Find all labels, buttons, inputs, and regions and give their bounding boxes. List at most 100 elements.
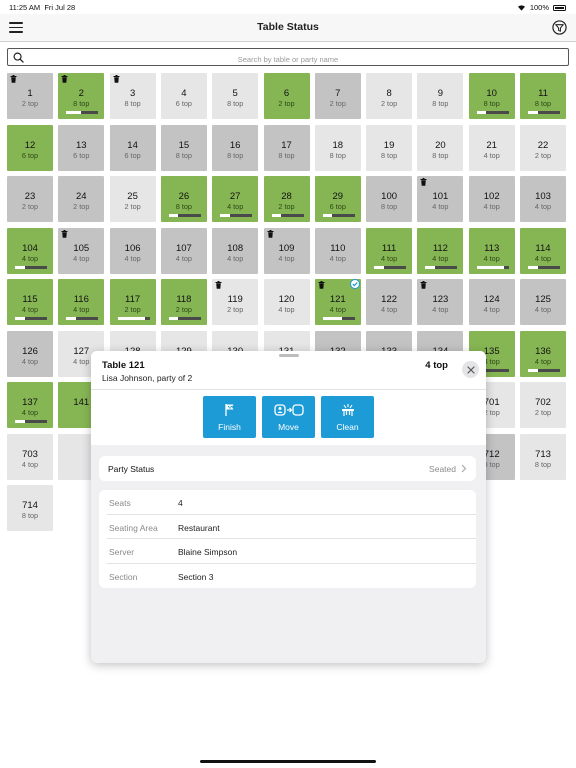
table-tile[interactable]: 14 6 top xyxy=(109,124,156,171)
action-buttons: Finish Move Clean xyxy=(203,396,374,438)
table-tile[interactable]: 125 4 top xyxy=(520,279,566,325)
table-tile[interactable]: 10 8 top xyxy=(468,73,515,119)
table-tile[interactable]: 28 2 top xyxy=(263,176,310,222)
table-tile[interactable]: 110 4 top xyxy=(314,227,361,274)
table-tile[interactable]: 13 6 top xyxy=(58,124,105,171)
sheet-subtitle: Lisa Johnson, party of 2 xyxy=(102,373,193,383)
table-tile[interactable]: 98 top xyxy=(417,73,464,119)
filter-icon[interactable] xyxy=(552,20,567,35)
table-number: 136 xyxy=(535,345,551,357)
table-tile[interactable]: 106 4 top xyxy=(109,227,156,274)
table-tile[interactable]: 126 4 top xyxy=(7,330,53,377)
table-tile[interactable]: 22 2 top xyxy=(520,124,566,171)
table-tile[interactable]: 18 8 top xyxy=(314,124,361,171)
table-tile[interactable]: 25 2 top xyxy=(109,176,156,222)
search-input[interactable] xyxy=(8,51,568,68)
finish-button[interactable]: Finish xyxy=(203,396,256,438)
table-tile[interactable]: 703 4 top xyxy=(7,433,53,480)
table-number: 714 xyxy=(22,500,38,511)
table-tile[interactable]: 112 4 top xyxy=(417,227,464,274)
clean-table-icon xyxy=(341,404,354,416)
table-tile[interactable]: 21 4 top xyxy=(468,124,515,171)
party-status-row[interactable]: Party Status Seated xyxy=(99,456,476,481)
table-tile[interactable]: 104 4 top xyxy=(7,227,53,274)
table-tile[interactable]: 100 8 top xyxy=(366,176,413,222)
detail-key: Seating Area xyxy=(109,522,158,533)
close-button[interactable] xyxy=(462,361,479,378)
table-tile[interactable]: 119 2 top xyxy=(212,279,259,325)
table-tile[interactable]: 29 6 top xyxy=(314,176,361,222)
table-tile[interactable]: 120 4 top xyxy=(263,279,310,325)
table-tile[interactable]: 714 8 top xyxy=(7,485,53,531)
table-tile[interactable]: 136 4 top xyxy=(520,330,566,377)
table-tile[interactable]: 117 2 top xyxy=(109,279,156,325)
trash-icon[interactable] xyxy=(61,229,68,238)
table-number: 14 xyxy=(127,139,138,151)
table-tile[interactable]: 105 4 top xyxy=(58,227,105,274)
table-number: 17 xyxy=(281,139,292,151)
table-tile[interactable]: 26 8 top xyxy=(160,176,207,222)
trash-icon[interactable] xyxy=(420,281,427,289)
table-number: 15 xyxy=(178,139,190,151)
table-tile[interactable]: 109 4 top xyxy=(263,227,310,274)
table-tile[interactable]: 114 4 top xyxy=(520,227,566,274)
table-progress-bar xyxy=(271,214,304,217)
table-tile[interactable]: 62 top xyxy=(263,73,310,119)
trash-icon[interactable] xyxy=(113,75,120,83)
table-capacity: 4 top xyxy=(21,305,39,314)
table-capacity: 8 top xyxy=(432,150,449,160)
table-tile[interactable]: 124 4 top xyxy=(468,279,515,325)
table-tile[interactable]: 12 top xyxy=(7,73,53,119)
trash-icon[interactable] xyxy=(10,75,17,83)
table-tile[interactable]: 108 4 top xyxy=(212,227,259,274)
detail-row-server: Server Blaine Simpson xyxy=(99,539,476,564)
table-tile[interactable]: 19 8 top xyxy=(366,124,413,171)
table-tile[interactable]: 118 2 top xyxy=(160,279,207,325)
table-tile[interactable]: 702 2 top xyxy=(520,382,566,428)
table-tile[interactable]: 28 top xyxy=(58,73,105,119)
table-tile[interactable]: 115 4 top xyxy=(7,279,53,325)
move-table-icon xyxy=(273,404,304,416)
table-tile[interactable]: 122 4 top xyxy=(366,279,413,325)
table-tile[interactable]: 24 2 top xyxy=(58,176,105,222)
table-tile[interactable]: 137 4 top xyxy=(7,382,53,428)
detail-key: Section xyxy=(109,571,138,582)
table-tile[interactable]: 23 2 top xyxy=(7,176,53,222)
table-tile[interactable]: 72 top xyxy=(314,73,361,119)
table-tile[interactable]: 27 4 top xyxy=(212,176,259,222)
table-capacity: 4 top xyxy=(534,202,552,211)
table-capacity: 8 top xyxy=(534,99,552,108)
table-tile[interactable]: 17 8 top xyxy=(263,124,310,171)
table-tile[interactable]: 103 4 top xyxy=(520,176,566,222)
table-capacity: 8 top xyxy=(534,459,552,469)
trash-icon[interactable] xyxy=(61,75,68,83)
table-tile[interactable]: 111 4 top xyxy=(366,227,413,274)
move-button[interactable]: Move xyxy=(262,396,315,438)
trash-icon[interactable] xyxy=(420,178,427,186)
table-tile[interactable]: 12 6 top xyxy=(7,124,53,171)
table-tile[interactable]: 38 top xyxy=(109,73,156,119)
table-tile[interactable]: 101 4 top xyxy=(417,176,464,222)
table-progress-bar xyxy=(15,265,47,269)
trash-icon[interactable] xyxy=(267,229,274,238)
table-tile[interactable]: 116 4 top xyxy=(58,279,105,325)
trash-icon[interactable] xyxy=(318,281,325,289)
table-tile[interactable]: 82 top xyxy=(366,73,413,119)
table-number: 7 xyxy=(335,88,341,99)
table-tile[interactable]: 113 4 top xyxy=(468,227,515,274)
table-tile[interactable]: 15 8 top xyxy=(160,124,207,171)
table-tile[interactable]: 16 8 top xyxy=(212,124,259,171)
table-tile[interactable]: 46 top xyxy=(160,73,207,119)
sheet-grabber[interactable] xyxy=(279,354,299,357)
table-tile[interactable]: 107 4 top xyxy=(160,227,207,274)
table-tile[interactable]: 11 8 top xyxy=(520,73,566,119)
table-tile[interactable]: 121 4 top xyxy=(314,279,361,325)
trash-icon[interactable] xyxy=(215,281,222,289)
table-tile[interactable]: 713 8 top xyxy=(520,433,566,480)
clean-button[interactable]: Clean xyxy=(321,396,374,438)
table-tile[interactable]: 58 top xyxy=(212,73,259,119)
home-indicator[interactable] xyxy=(200,760,376,763)
table-tile[interactable]: 102 4 top xyxy=(468,176,515,222)
table-tile[interactable]: 123 4 top xyxy=(417,279,464,325)
table-tile[interactable]: 20 8 top xyxy=(417,124,464,171)
